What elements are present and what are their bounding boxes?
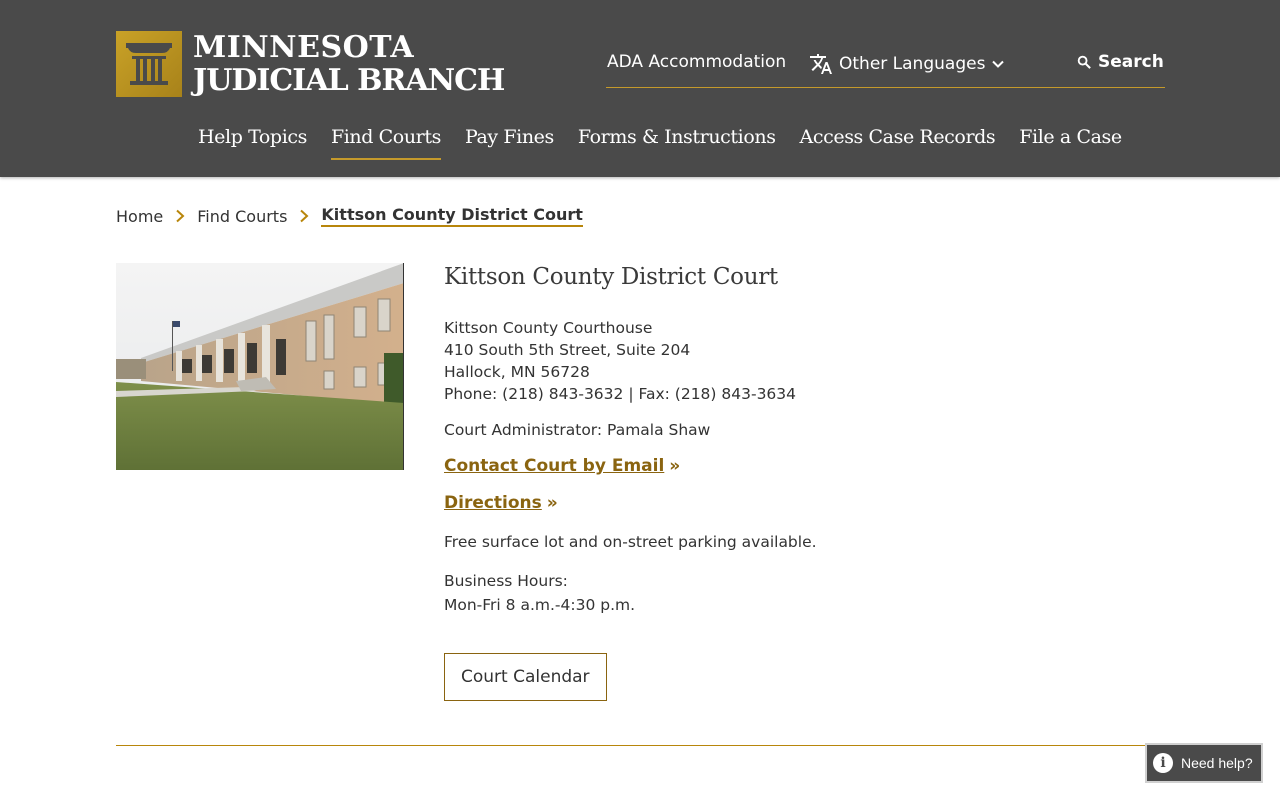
breadcrumb: Home Find Courts Kittson County District… (116, 205, 583, 227)
need-help-label: Need help? (1181, 755, 1253, 771)
court-address: Kittson County Courthouse 410 South 5th … (444, 317, 1144, 405)
court-phone-fax: Phone: (218) 843-3632 | Fax: (218) 843-3… (444, 385, 797, 403)
breadcrumb-current: Kittson County District Court (321, 205, 583, 227)
site-header: MINNESOTA JUDICIAL BRANCH ADA Accommodat… (0, 0, 1280, 177)
court-calendar-button[interactable]: Court Calendar (444, 653, 607, 701)
chevron-down-icon (992, 60, 1005, 68)
site-logo[interactable]: MINNESOTA JUDICIAL BRANCH (116, 31, 516, 97)
directions-link[interactable]: Directions» (444, 493, 1144, 513)
link-arrow: » (669, 456, 681, 476)
chevron-right-icon (176, 209, 185, 223)
business-hours: Business Hours: Mon-Fri 8 a.m.-4:30 p.m. (444, 569, 1144, 617)
page-title: Kittson County District Court (444, 264, 778, 290)
logo-line-1: MINNESOTA (193, 30, 415, 65)
nav-forms-instructions[interactable]: Forms & Instructions (578, 126, 776, 160)
chevron-right-icon (300, 209, 309, 223)
logo-line-2: JUDICIAL BRANCH (193, 63, 505, 98)
directions-label: Directions (444, 493, 542, 513)
logo-wordmark: MINNESOTA JUDICIAL BRANCH (193, 30, 505, 98)
search-icon (1077, 55, 1091, 69)
need-help-button[interactable]: i Need help? (1145, 743, 1263, 783)
other-languages-dropdown[interactable]: Other Languages (809, 52, 1005, 76)
nav-find-courts[interactable]: Find Courts (330, 126, 441, 160)
pillar-logo-icon (116, 31, 182, 97)
court-city: Hallock, MN 56728 (444, 363, 590, 381)
business-hours-label: Business Hours: (444, 572, 568, 590)
nav-pay-fines[interactable]: Pay Fines (465, 126, 554, 160)
utility-bar: ADA Accommodation Other Languages Search (606, 50, 1165, 88)
nav-help-topics[interactable]: Help Topics (198, 126, 307, 160)
contact-email-link[interactable]: Contact Court by Email» (444, 456, 1144, 476)
nav-file-a-case[interactable]: File a Case (1019, 126, 1122, 160)
parking-info: Free surface lot and on-street parking a… (444, 533, 817, 551)
court-street: 410 South 5th Street, Suite 204 (444, 341, 691, 359)
info-icon: i (1153, 753, 1173, 773)
nav-access-case-records[interactable]: Access Case Records (800, 126, 996, 160)
translate-icon (810, 54, 832, 74)
search-button[interactable]: Search (1077, 52, 1164, 72)
ada-accommodation-link[interactable]: ADA Accommodation (607, 52, 786, 72)
contact-email-label: Contact Court by Email (444, 456, 665, 476)
courthouse-photo (116, 263, 404, 470)
link-arrow: » (546, 493, 558, 513)
breadcrumb-home[interactable]: Home (116, 207, 163, 226)
court-building: Kittson County Courthouse (444, 319, 653, 337)
section-divider (116, 745, 1165, 746)
other-languages-label: Other Languages (839, 54, 986, 74)
business-hours-value: Mon-Fri 8 a.m.-4:30 p.m. (444, 596, 636, 614)
court-administrator: Court Administrator: Pamala Shaw (444, 421, 711, 439)
search-label: Search (1098, 52, 1164, 72)
court-details: Kittson County District Court Kittson Co… (444, 262, 1144, 701)
main-nav: Help Topics Find Courts Pay Fines Forms … (198, 126, 1122, 160)
breadcrumb-find-courts[interactable]: Find Courts (197, 207, 287, 226)
